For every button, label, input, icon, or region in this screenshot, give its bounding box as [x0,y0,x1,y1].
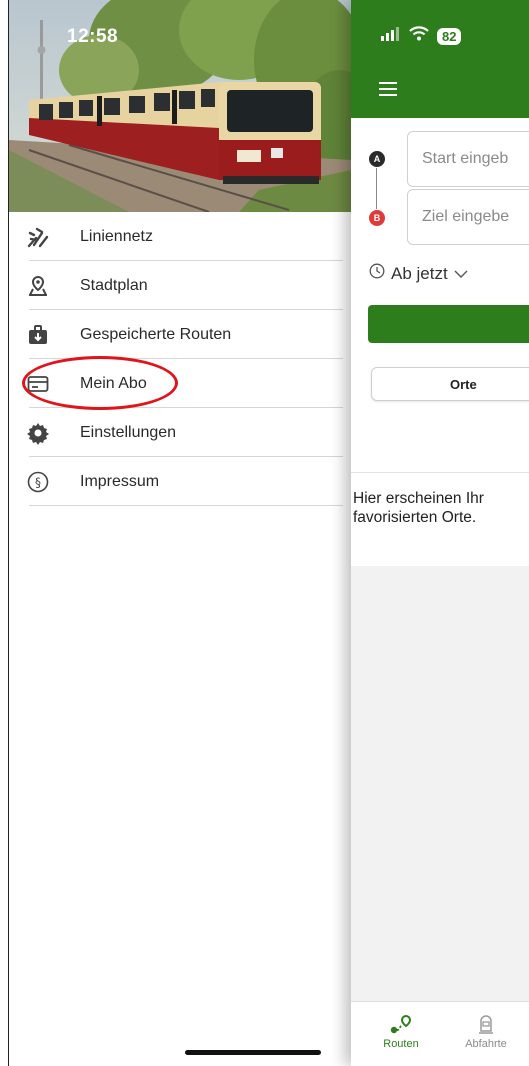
route-connector [376,168,377,209]
clock-icon [369,263,385,284]
bottom-navigation: Routen Abfahrte [351,1001,529,1066]
status-time: 12:58 [67,26,119,47]
svg-text:§: § [35,475,41,489]
paragraph-icon: § [26,470,50,494]
menu-item-stadtplan[interactable]: Stadtplan [9,261,351,310]
drawer-menu: Liniennetz Stadtplan Gespeicherte Routen… [9,212,351,506]
ticket-card-icon [26,372,50,396]
destination-marker-icon: B [369,210,385,226]
menu-label: Impressum [80,472,160,490]
menu-icon[interactable] [379,82,397,96]
gear-icon [26,421,50,445]
map-pin-icon [26,274,50,298]
search-button[interactable] [368,305,529,343]
empty-line-1: Hier erscheinen Ihr [353,490,484,507]
start-input[interactable]: Start eingeb [407,131,529,187]
nav-abfahrten[interactable]: Abfahrte [451,1012,521,1050]
route-search-form: A B Start eingeb Ziel eingebe Ab jetzt O… [351,118,529,472]
nav-label: Abfahrte [465,1038,507,1050]
menu-item-gespeicherte-routen[interactable]: Gespeicherte Routen [9,310,351,359]
battery-indicator: 82 [437,27,462,45]
menu-label: Stadtplan [80,276,148,294]
navigation-drawer: 12:58 Liniennetz Stadtplan Gespeicherte … [9,0,351,1066]
menu-label: Liniennetz [80,227,153,245]
departures-icon [451,1012,521,1038]
start-marker-icon: A [369,151,385,167]
network-map-icon [26,225,50,249]
menu-item-liniennetz[interactable]: Liniennetz [9,212,351,261]
route-icon [366,1012,436,1038]
nav-label: Routen [383,1038,419,1050]
destination-input[interactable]: Ziel eingebe [407,189,529,245]
drawer-header-image: 12:58 [9,0,351,212]
empty-line-2: favorisierten Orte. [353,509,477,526]
divider [29,505,343,506]
empty-state-message: Hier erscheinen Ihr favorisierten Orte. [351,472,529,566]
status-icons: 82 [381,26,462,46]
menu-item-impressum[interactable]: § Impressum [9,457,351,506]
train-photo [9,0,351,212]
menu-label: Einstellungen [80,423,177,441]
saved-routes-icon [26,323,50,347]
tab-orte[interactable]: Orte [371,367,529,401]
app-header: 82 [351,0,529,118]
time-label: Ab jetzt [391,263,448,283]
nav-routen[interactable]: Routen [366,1012,436,1050]
main-screen: 82 A B Start eingeb Ziel eingebe Ab jetz… [351,0,529,1066]
menu-item-einstellungen[interactable]: Einstellungen [9,408,351,457]
home-indicator [185,1050,321,1055]
signal-icon [381,26,401,46]
menu-label: Mein Abo [80,374,147,392]
wifi-icon [409,26,429,46]
menu-label: Gespeicherte Routen [80,325,232,343]
chevron-down-icon [454,264,468,284]
menu-item-mein-abo[interactable]: Mein Abo [9,359,351,408]
departure-time-selector[interactable]: Ab jetzt [369,263,468,284]
